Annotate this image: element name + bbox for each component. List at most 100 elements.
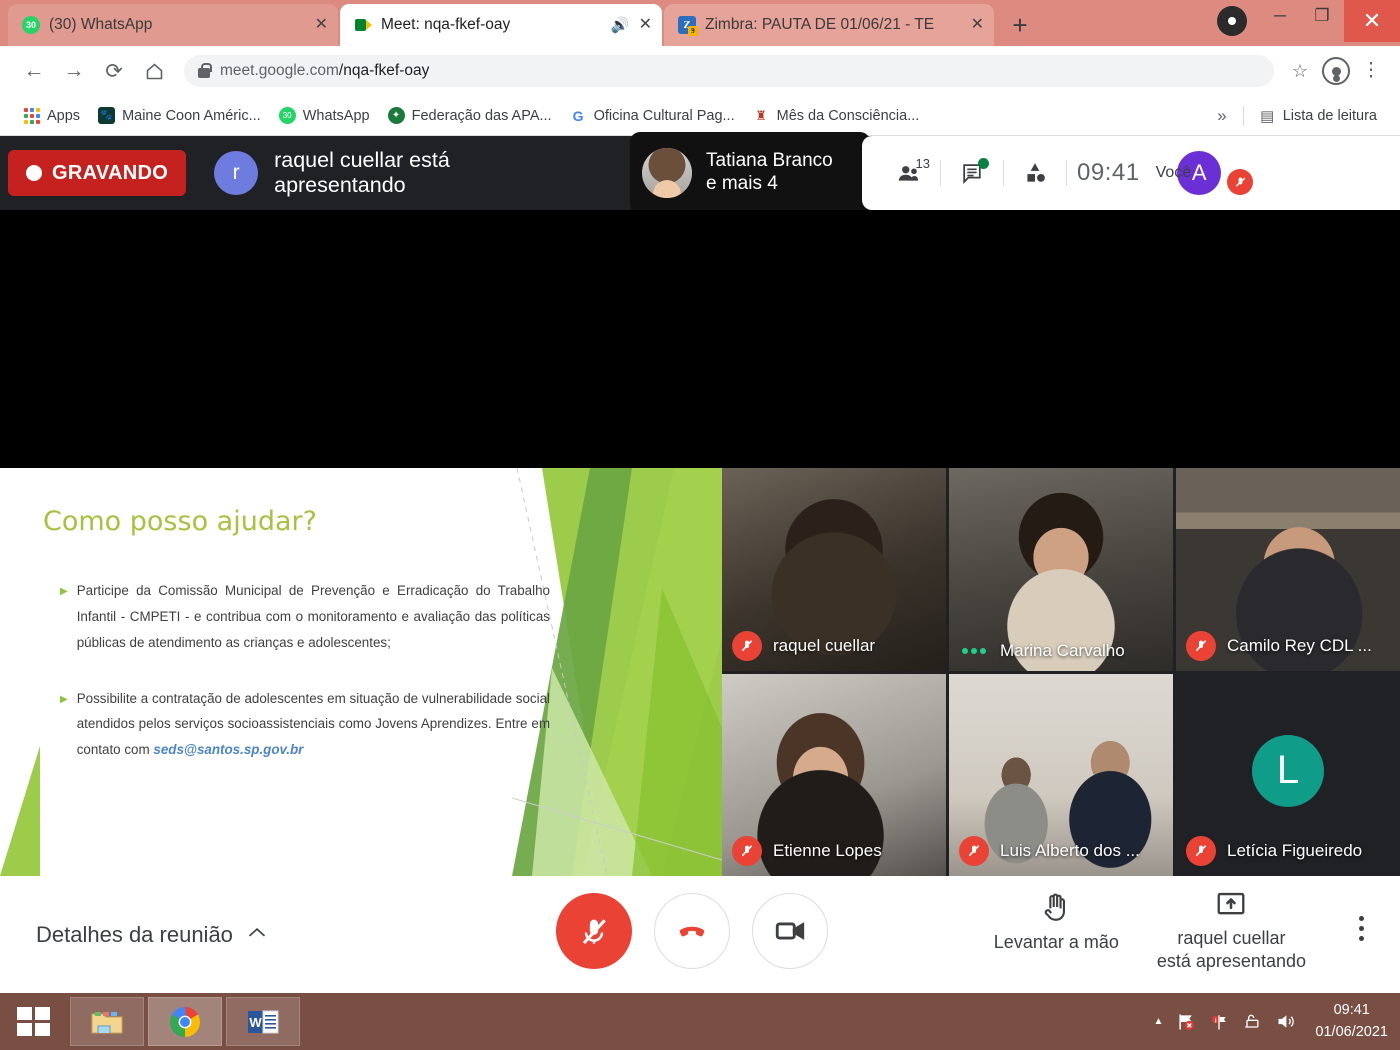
bookmark-apps[interactable]: Apps [14, 103, 89, 128]
self-view-chip[interactable]: Tatiana Branco e mais 4 [630, 132, 870, 214]
tray-expand-icon[interactable]: ▲ [1154, 1016, 1164, 1027]
self-account-chip[interactable]: Você A [1156, 151, 1254, 195]
meet-bottom-bar: Detalhes da reunião Levantar a mão raque… [0, 876, 1400, 993]
window-maximize-button[interactable]: ❐ [1300, 0, 1344, 32]
star-icon[interactable]: ☆ [1284, 61, 1316, 82]
slide-bullet: ▶ Participe da Comissão Municipal de Pre… [60, 578, 550, 656]
zimbra-icon: Z9 [678, 16, 698, 36]
participant-tile[interactable]: Etienne Lopes [722, 673, 946, 876]
participant-name: Camilo Rey CDL ... [1227, 635, 1372, 655]
activities-shapes-icon[interactable] [1004, 148, 1066, 198]
bookmark-whatsapp[interactable]: 30 WhatsApp [270, 103, 379, 128]
system-tray: ▲ i 09:41 01/06/2021 [1154, 993, 1400, 1050]
present-now-button[interactable]: raquel cuellar está apresentando [1157, 890, 1306, 972]
participant-tile-grid: raquel cuellar Marina Carvalho Camilo Re… [722, 468, 1400, 876]
slide-bullet: ▶ Possibilite a contratação de adolescen… [60, 686, 550, 764]
meet-top-bar: GRAVANDO r raquel cuellar está apresenta… [0, 132, 1400, 214]
kebab-menu-icon[interactable]: ⋮ [1356, 61, 1386, 80]
profile-pill-icon[interactable] [1217, 6, 1247, 36]
self-chip-extra: e mais 4 [706, 173, 778, 194]
hangup-button[interactable] [654, 893, 730, 969]
address-bar[interactable]: meet.google.com/nqa-fkef-oay [184, 55, 1274, 87]
taskbar-item-microsoft-word[interactable]: W [226, 997, 300, 1046]
home-icon[interactable] [134, 51, 174, 91]
tile-label: Camilo Rey CDL ... [1186, 630, 1372, 661]
participant-tile[interactable]: L Letícia Figueiredo [1176, 673, 1400, 876]
people-count: 13 [915, 156, 930, 171]
tab-audio-icon[interactable]: 🔊 [611, 16, 630, 34]
volume-icon[interactable] [1275, 1011, 1296, 1032]
close-tab-icon[interactable]: ✕ [971, 17, 984, 33]
participant-tile[interactable]: raquel cuellar [722, 468, 946, 671]
participant-tile[interactable]: Camilo Rey CDL ... [1176, 468, 1400, 671]
lock-icon [198, 62, 212, 78]
taskbar-item-file-explorer[interactable] [70, 997, 144, 1046]
browser-tab-meet[interactable]: Meet: nqa-fkef-oay 🔊 ✕ [340, 4, 662, 46]
window-minimize-button[interactable]: ─ [1258, 0, 1302, 32]
close-tab-icon[interactable]: ✕ [315, 17, 328, 33]
reading-list-icon: ▤ [1260, 107, 1275, 125]
profile-avatar-icon[interactable] [1322, 57, 1350, 85]
bookmark-mes-consciencia[interactable]: ♜ Mês da Consciência... [744, 103, 929, 128]
chat-icon[interactable] [941, 148, 1003, 198]
meet-right-controls: Levantar a mão raquel cuellar está apres… [994, 890, 1378, 972]
chat-unread-dot [978, 158, 989, 169]
bookmark-oficina-cultural[interactable]: G Oficina Cultural Pag... [561, 103, 744, 128]
raise-hand-button[interactable]: Levantar a mão [994, 890, 1119, 954]
meeting-details-button[interactable]: Detalhes da reunião [36, 922, 267, 948]
shared-slide[interactable]: Como posso ajudar? ▶ Participe da Comiss… [0, 468, 722, 876]
meeting-clock: 09:41 [1077, 159, 1140, 186]
camera-toggle-button[interactable] [752, 893, 828, 969]
meeting-details-label: Detalhes da reunião [36, 921, 233, 947]
site-icon: ♜ [752, 107, 770, 124]
back-icon[interactable]: ← [14, 51, 54, 91]
apps-grid-icon [23, 107, 40, 124]
bookmark-maine-coon[interactable]: 🐾 Maine Coon Améric... [89, 103, 270, 128]
tile-label: raquel cuellar [732, 630, 875, 661]
browser-tab-zimbra[interactable]: Z9 Zimbra: PAUTA DE 01/06/21 - TE ✕ [664, 4, 994, 46]
bookmarks-overflow-icon[interactable]: » [1207, 106, 1236, 126]
reload-icon[interactable]: ⟳ [94, 51, 134, 91]
reading-list-button[interactable]: ▤ Lista de leitura [1250, 103, 1386, 128]
windows-logo-icon [16, 1007, 50, 1036]
tab-title: Meet: nqa-fkef-oay [381, 16, 511, 33]
forward-icon[interactable]: → [54, 51, 94, 91]
bookmark-federacao-apa[interactable]: ✦ Federação das APA... [379, 103, 561, 128]
slide-bullet-text: Possibilite a contratação de adolescente… [76, 690, 550, 758]
speaking-indicator-icon [959, 647, 989, 654]
people-icon[interactable]: 13 [878, 148, 940, 198]
window-close-button[interactable]: ✕ [1344, 0, 1400, 42]
bookmark-label: Maine Coon Améric... [122, 107, 261, 124]
recording-badge[interactable]: GRAVANDO [8, 150, 187, 196]
url-host: meet.google.com [220, 62, 339, 79]
more-options-icon[interactable] [1344, 916, 1378, 941]
participant-tile[interactable]: Luis Alberto dos ... [949, 673, 1173, 876]
clock[interactable]: 09:41 01/06/2021 [1315, 1000, 1388, 1042]
new-tab-button[interactable]: + [1004, 10, 1036, 40]
slide-email-link[interactable]: seds@santos.sp.gov.br [153, 742, 303, 757]
reading-list-label: Lista de leitura [1282, 107, 1377, 124]
taskbar-item-google-chrome[interactable] [148, 997, 222, 1046]
screen: 30 (30) WhatsApp ✕ Meet: nqa-fkef-oay 🔊 … [0, 0, 1400, 1050]
bullet-arrow-icon: ▶ [60, 693, 68, 705]
participant-tile[interactable]: Marina Carvalho [949, 468, 1173, 671]
raise-hand-label: Levantar a mão [993, 932, 1119, 952]
bookmark-label: Federação das APA... [411, 107, 552, 124]
slide-bullet-text: Participe da Comissão Municipal de Preve… [76, 583, 550, 650]
participant-name: Letícia Figueiredo [1227, 841, 1363, 860]
mic-toggle-button[interactable] [556, 893, 632, 969]
tile-label: Luis Alberto dos ... [959, 836, 1140, 866]
browser-tab-whatsapp[interactable]: 30 (30) WhatsApp ✕ [8, 4, 338, 46]
close-tab-icon[interactable]: ✕ [639, 17, 652, 33]
network-icon[interactable] [1242, 1012, 1262, 1032]
flag-notification-icon[interactable] [1176, 1012, 1196, 1032]
tab-title: Zimbra: PAUTA DE 01/06/21 - TE [705, 16, 935, 33]
bookmarks-bar: Apps 🐾 Maine Coon Améric... 30 WhatsApp … [0, 96, 1400, 136]
svg-text:W: W [249, 1015, 262, 1030]
call-controls [556, 893, 828, 969]
security-alert-icon[interactable]: i [1209, 1012, 1229, 1032]
tile-label: Marina Carvalho [959, 641, 1125, 661]
presenter-avatar: r [214, 151, 259, 195]
start-button[interactable] [0, 993, 66, 1050]
bookmark-label: Oficina Cultural Pag... [593, 107, 735, 124]
